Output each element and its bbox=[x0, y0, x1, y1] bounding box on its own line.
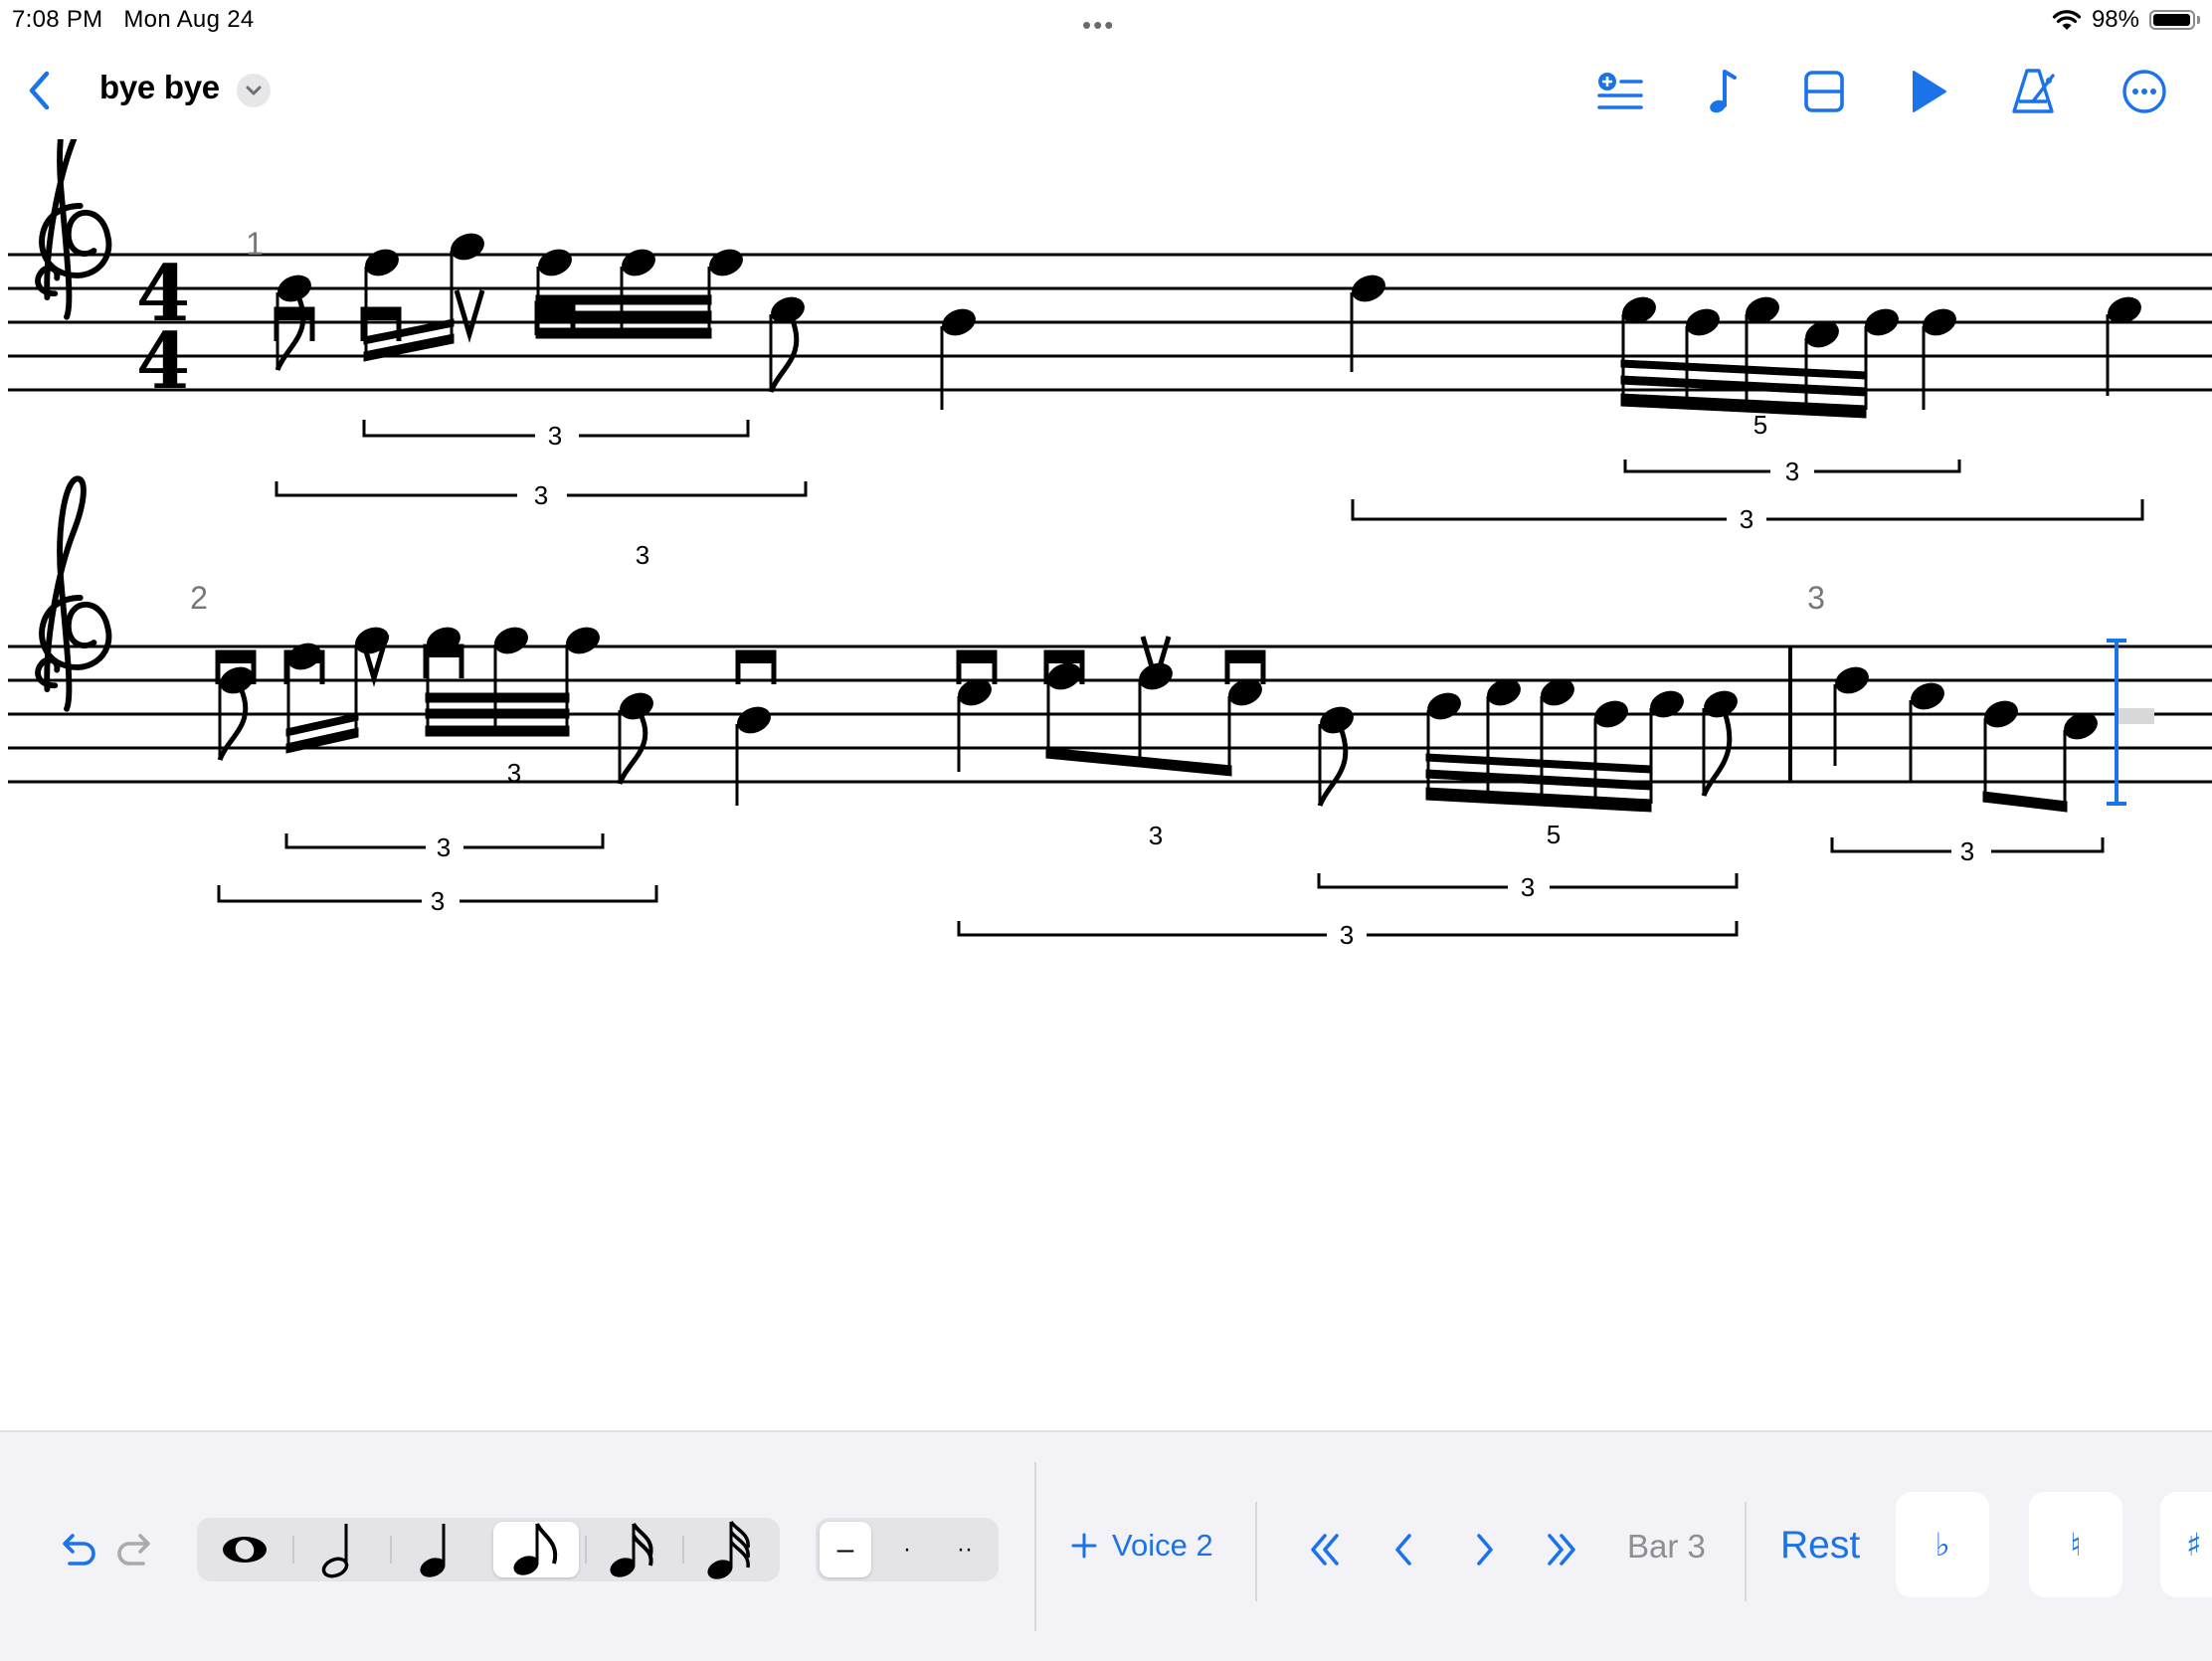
more-options-icon[interactable] bbox=[2117, 64, 2172, 119]
status-time: 7:08 PM Mon Aug 24 bbox=[12, 6, 255, 34]
first-bar-icon[interactable] bbox=[1303, 1528, 1347, 1571]
current-bar-label: Bar 3 bbox=[1627, 1528, 1706, 1565]
previous-bar-icon[interactable] bbox=[1382, 1528, 1426, 1571]
tuplet-number: 3 bbox=[1149, 821, 1163, 850]
metronome-icon[interactable] bbox=[2005, 64, 2061, 119]
tuplet-number: 3 bbox=[1521, 872, 1535, 902]
battery-tip bbox=[2197, 16, 2200, 24]
double-dot-option[interactable]: ·· bbox=[937, 1518, 993, 1581]
status-right: 98% bbox=[2052, 4, 2200, 36]
time-text: 7:08 PM bbox=[12, 6, 103, 33]
whole-note-option[interactable] bbox=[197, 1518, 292, 1581]
sixteenth-note-icon bbox=[610, 1522, 653, 1577]
document-title[interactable]: bye bye bbox=[99, 69, 220, 106]
tuplet-number: 3 bbox=[1960, 836, 1974, 866]
rest-button[interactable]: Rest bbox=[1780, 1524, 1860, 1568]
duration-selector bbox=[197, 1518, 780, 1581]
bar-number-3: 3 bbox=[1807, 580, 1825, 616]
thirty-second-note-option[interactable] bbox=[684, 1518, 780, 1581]
dot-selector: – · ·· bbox=[816, 1518, 999, 1581]
wifi-icon bbox=[2052, 10, 2082, 30]
time-sig-bottom: 4 bbox=[136, 316, 190, 407]
eighth-note-icon bbox=[513, 1523, 558, 1575]
bar-number-2: 2 bbox=[190, 580, 208, 616]
tuplet-number: 3 bbox=[548, 421, 562, 451]
status-bar: 7:08 PM Mon Aug 24 ••• 98% bbox=[0, 0, 2212, 40]
natural-button[interactable]: ♮ bbox=[2029, 1492, 2122, 1597]
toolbar-divider bbox=[1034, 1462, 1036, 1631]
sixteenth-note-option[interactable] bbox=[587, 1518, 682, 1581]
toolbar-divider bbox=[1255, 1502, 1257, 1601]
half-note-icon bbox=[321, 1524, 349, 1578]
single-dot-option[interactable]: · bbox=[879, 1518, 935, 1581]
tuplet-number: 3 bbox=[636, 540, 649, 570]
whole-note-icon bbox=[223, 1537, 267, 1563]
downbow-mark bbox=[457, 290, 482, 334]
tuplet-number: 3 bbox=[507, 758, 521, 788]
battery-icon bbox=[2149, 10, 2195, 30]
tuplet-number: 3 bbox=[1785, 457, 1799, 486]
title-menu-button[interactable] bbox=[237, 74, 271, 107]
flat-button[interactable]: ♭ bbox=[1896, 1492, 1989, 1597]
sharp-button[interactable]: ♯ bbox=[2160, 1492, 2212, 1597]
quarter-note-option[interactable] bbox=[392, 1518, 487, 1581]
date-text: Mon Aug 24 bbox=[123, 6, 255, 33]
tuplet-numbers-row-2: 3 3 3 3 5 3 3 3 bbox=[431, 758, 1974, 950]
nav-bar: bye bye bbox=[0, 50, 2212, 129]
note-input-toolbar: – · ·· Voice 2 Bar 3 Rest ♭ ♮ ♯ bbox=[0, 1430, 2212, 1661]
treble-clef-2 bbox=[38, 478, 108, 708]
no-dot-option[interactable]: – bbox=[820, 1522, 871, 1577]
treble-clef-1 bbox=[38, 139, 108, 317]
battery-percent: 98% bbox=[2091, 6, 2139, 33]
score-canvas[interactable]: 4 4 1 3 3 3 5 3 3 2 3 3 3 3 3 5 3 3 3 bbox=[0, 139, 2212, 1432]
voice-label: Voice 2 bbox=[1112, 1528, 1213, 1563]
toolbar-divider bbox=[1745, 1502, 1747, 1601]
input-caret[interactable] bbox=[2107, 639, 2154, 806]
plus-icon bbox=[1071, 1533, 1097, 1559]
notes-row-2 bbox=[217, 627, 2098, 813]
tuplet-number: 3 bbox=[534, 480, 548, 510]
bar-number-1: 1 bbox=[246, 226, 264, 262]
eighth-note-option[interactable] bbox=[493, 1522, 579, 1577]
last-bar-icon[interactable] bbox=[1540, 1528, 1583, 1571]
tuplet-number: 3 bbox=[431, 886, 445, 916]
tuplet-number: 3 bbox=[1740, 504, 1753, 534]
redo-icon[interactable] bbox=[113, 1528, 159, 1573]
layout-icon[interactable] bbox=[1796, 64, 1852, 119]
tuplet-number: 3 bbox=[1340, 920, 1354, 950]
quarter-note-icon bbox=[420, 1524, 446, 1577]
add-voice-button[interactable]: Voice 2 bbox=[1070, 1528, 1213, 1564]
add-list-icon[interactable] bbox=[1591, 64, 1647, 119]
battery-fill bbox=[2153, 14, 2191, 26]
tuplet-number: 5 bbox=[1753, 410, 1767, 440]
thirty-second-note-icon bbox=[707, 1520, 750, 1579]
multitasking-dots[interactable]: ••• bbox=[1082, 10, 1115, 41]
note-icon[interactable] bbox=[1695, 64, 1751, 119]
tuplet-numbers-row-1: 3 3 3 5 3 3 bbox=[534, 410, 1799, 570]
play-icon[interactable] bbox=[1900, 64, 1955, 119]
back-chevron-icon[interactable] bbox=[20, 66, 60, 115]
tuplet-number: 3 bbox=[437, 832, 451, 862]
chevron-down-icon bbox=[246, 86, 262, 95]
tuplet-number: 5 bbox=[1547, 820, 1561, 849]
half-note-option[interactable] bbox=[294, 1518, 390, 1581]
undo-icon[interactable] bbox=[54, 1528, 99, 1573]
upbow-mark bbox=[276, 309, 312, 341]
time-signature: 4 4 bbox=[136, 249, 190, 407]
next-bar-icon[interactable] bbox=[1462, 1528, 1506, 1571]
